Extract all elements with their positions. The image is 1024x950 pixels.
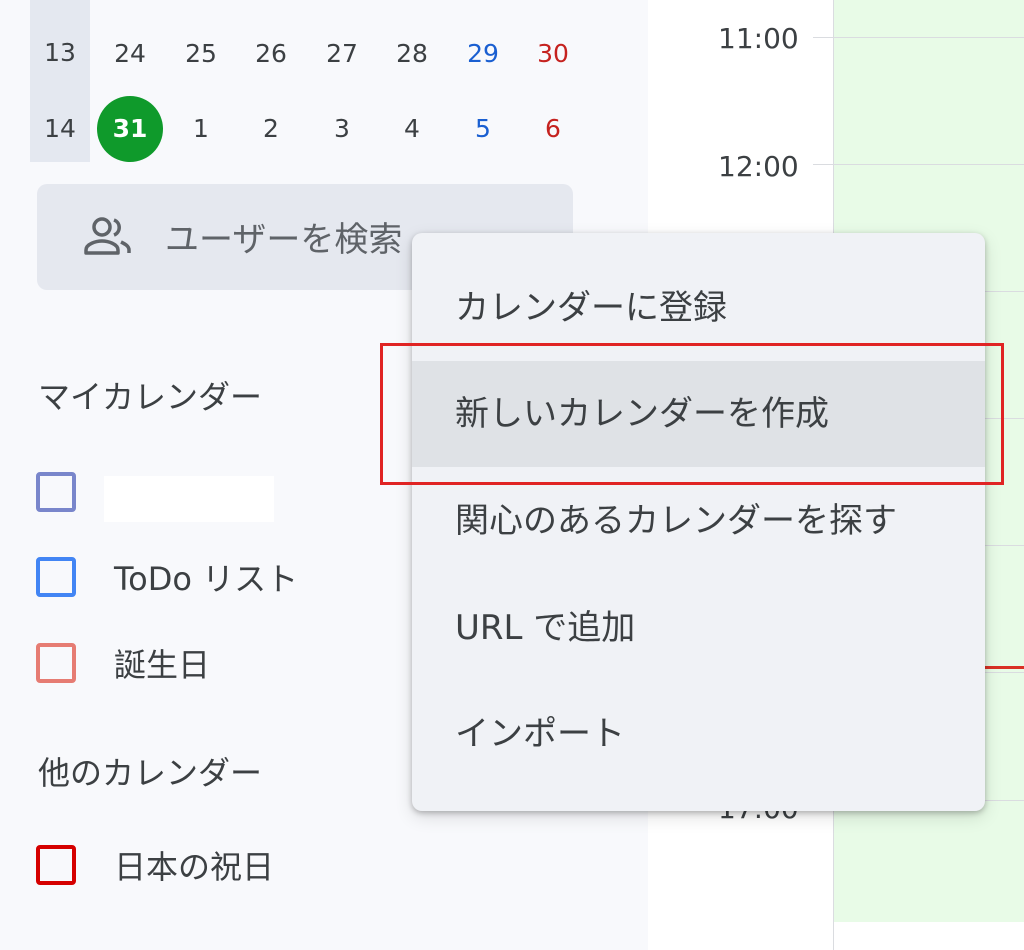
menu-item-import[interactable]: インポート bbox=[412, 681, 985, 787]
add-calendar-menu: カレンダーに登録 新しいカレンダーを作成 関心のあるカレンダーを探す URL で… bbox=[412, 233, 985, 811]
calendar-checkbox[interactable] bbox=[36, 845, 76, 885]
hour-line bbox=[813, 37, 1024, 38]
mini-calendar-day-today[interactable]: 31 bbox=[97, 96, 163, 162]
mini-calendar-day-saturday[interactable]: 29 bbox=[450, 21, 516, 87]
people-icon bbox=[84, 217, 131, 255]
mini-calendar-day-sunday[interactable]: 6 bbox=[520, 96, 586, 162]
time-label: 12:00 bbox=[718, 150, 799, 183]
current-time-indicator bbox=[980, 666, 1024, 669]
menu-item-create-new-calendar[interactable]: 新しいカレンダーを作成 bbox=[412, 361, 985, 467]
calendar-checkbox[interactable] bbox=[36, 472, 76, 512]
my-calendars-heading[interactable]: マイカレンダー bbox=[38, 372, 262, 418]
mini-calendar-day[interactable]: 1 bbox=[168, 96, 234, 162]
mini-calendar-day[interactable]: 4 bbox=[379, 96, 445, 162]
redacted-calendar-name bbox=[104, 476, 274, 522]
week-number: 14 bbox=[44, 114, 76, 143]
mini-calendar-day[interactable]: 26 bbox=[238, 21, 304, 87]
time-label: 11:00 bbox=[718, 22, 799, 55]
menu-item-subscribe[interactable]: カレンダーに登録 bbox=[412, 255, 985, 361]
mini-calendar-day-saturday[interactable]: 5 bbox=[450, 96, 516, 162]
menu-item-from-url[interactable]: URL で追加 bbox=[412, 575, 985, 681]
mini-calendar-day[interactable]: 25 bbox=[168, 21, 234, 87]
calendar-item-label: ToDo リスト bbox=[114, 560, 299, 598]
mini-calendar-day[interactable]: 27 bbox=[309, 21, 375, 87]
mini-calendar-day[interactable]: 3 bbox=[309, 96, 375, 162]
calendar-item-label: 日本の祝日 bbox=[114, 848, 275, 886]
mini-calendar-day[interactable]: 2 bbox=[238, 96, 304, 162]
calendar-checkbox[interactable] bbox=[36, 643, 76, 683]
mini-calendar-day[interactable]: 24 bbox=[97, 21, 163, 87]
search-users-label: ユーザーを検索 bbox=[165, 220, 403, 260]
week-number: 13 bbox=[44, 38, 76, 67]
hour-line bbox=[813, 164, 1024, 165]
calendar-item-label: 誕生日 bbox=[114, 646, 211, 684]
mini-calendar-day-sunday[interactable]: 30 bbox=[520, 21, 586, 87]
calendar-checkbox[interactable] bbox=[36, 557, 76, 597]
mini-calendar-day[interactable]: 28 bbox=[379, 21, 445, 87]
other-calendars-heading[interactable]: 他のカレンダー bbox=[38, 748, 262, 794]
menu-item-browse-calendars[interactable]: 関心のあるカレンダーを探す bbox=[412, 468, 985, 574]
